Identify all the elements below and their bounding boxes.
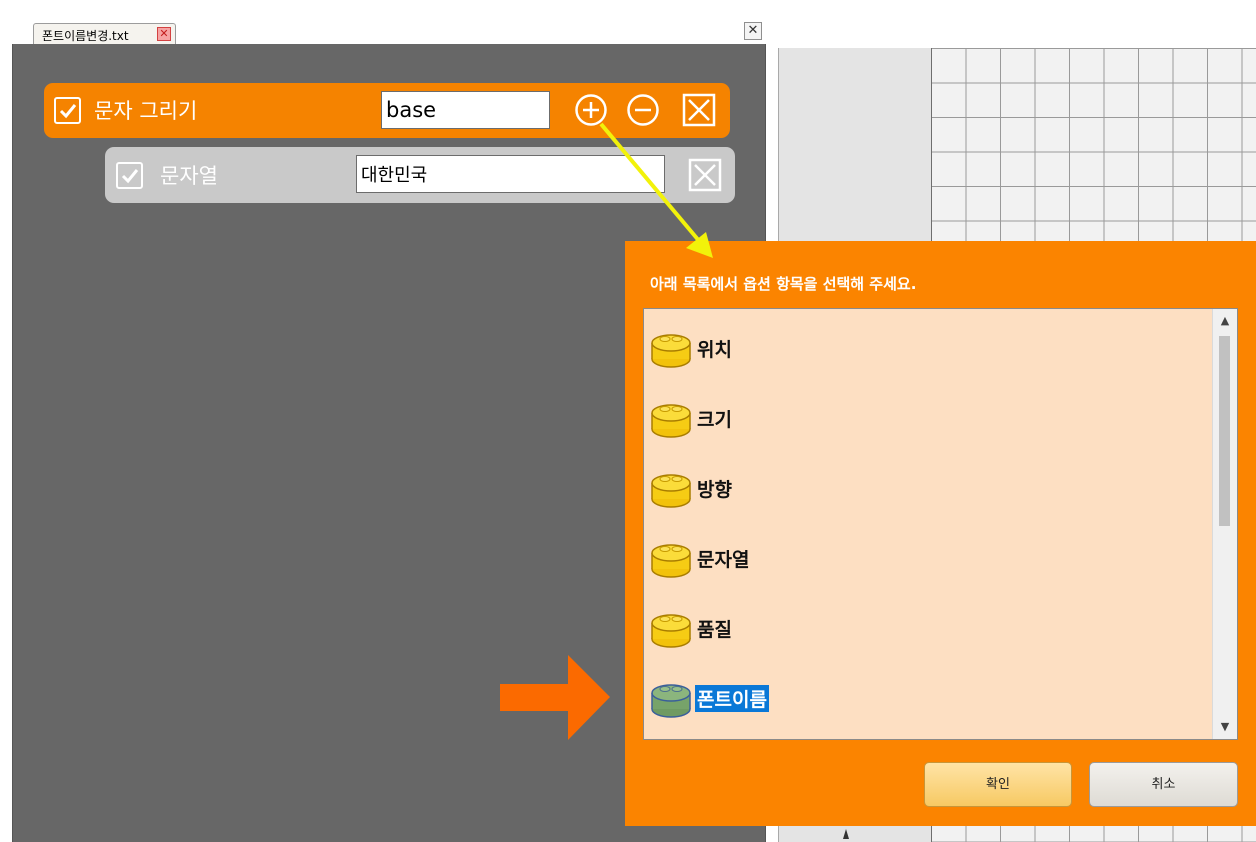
block-draw-text-label: 문자 그리기: [94, 99, 198, 123]
list-item-label: 위치: [697, 339, 732, 361]
close-box-icon[interactable]: [688, 158, 722, 192]
tab-file[interactable]: 폰트이름변경.txt ✕: [33, 23, 176, 44]
list-item[interactable]: 방향: [650, 469, 1210, 509]
list-item[interactable]: 품질: [650, 609, 1210, 649]
option-list[interactable]: 위치 크기 방향 문자열 품질 폰트이름: [643, 308, 1238, 740]
yellow-block-icon: [651, 404, 691, 438]
tab-bar: 폰트이름변경.txt ✕: [0, 0, 766, 44]
yellow-block-icon: [651, 474, 691, 508]
block-string[interactable]: 문자열: [105, 147, 735, 203]
list-item[interactable]: 문자열: [650, 539, 1210, 579]
cancel-button[interactable]: 취소: [1089, 762, 1238, 807]
list-item-label: 문자열: [697, 549, 750, 571]
list-scrollbar[interactable]: ▲ ▼: [1212, 309, 1237, 739]
scroll-up-icon[interactable]: ▲: [1213, 311, 1237, 331]
panel-close-button[interactable]: ✕: [744, 22, 762, 40]
yellow-block-icon: [651, 334, 691, 368]
string-value-input[interactable]: [356, 155, 665, 193]
close-box-icon[interactable]: [682, 93, 716, 127]
list-item-selected[interactable]: 폰트이름: [650, 679, 1210, 719]
yellow-block-icon: [651, 614, 691, 648]
ok-button[interactable]: 확인: [924, 762, 1072, 807]
tab-close-icon[interactable]: ✕: [157, 27, 171, 41]
yellow-block-icon: [651, 544, 691, 578]
check-icon: [121, 169, 139, 184]
scroll-thumb[interactable]: [1219, 336, 1230, 526]
canvas-marker-icon: [843, 829, 849, 839]
list-item-label: 크기: [697, 409, 732, 431]
list-item-label: 폰트이름: [695, 685, 769, 712]
tab-label: 폰트이름변경.txt: [42, 29, 129, 43]
block-name-input[interactable]: [381, 91, 550, 129]
checkbox-draw-text[interactable]: [54, 97, 81, 124]
check-icon: [59, 104, 77, 119]
list-item-label: 방향: [697, 479, 732, 501]
checkbox-string[interactable]: [116, 162, 143, 189]
scroll-down-icon[interactable]: ▼: [1213, 717, 1237, 737]
block-draw-text[interactable]: 문자 그리기: [44, 83, 730, 138]
list-item[interactable]: 위치: [650, 329, 1210, 369]
block-string-label: 문자열: [160, 164, 218, 188]
green-block-icon: [651, 684, 691, 718]
orange-arrow-icon: [500, 655, 610, 740]
list-item-label: 품질: [697, 619, 732, 641]
minus-circle-icon[interactable]: [626, 93, 660, 127]
dialog-prompt: 아래 목록에서 옵션 항목을 선택해 주세요.: [650, 275, 917, 293]
list-item[interactable]: 크기: [650, 399, 1210, 439]
plus-circle-icon[interactable]: [574, 93, 608, 127]
